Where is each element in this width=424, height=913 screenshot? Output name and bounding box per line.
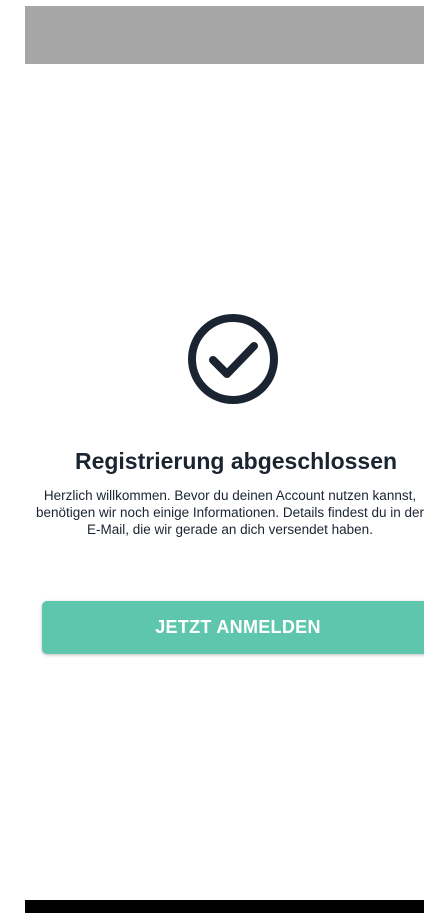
info-message: Herzlich willkommen. Bevor du deinen Acc… (36, 488, 424, 537)
page-title: Registrierung abgeschlossen (74, 448, 398, 474)
login-button[interactable]: JETZT ANMELDEN (42, 601, 424, 654)
screen: Registrierung abgeschlossen Herzlich wil… (0, 0, 424, 913)
status-bar (25, 6, 424, 64)
check-circle-icon (188, 314, 278, 404)
content-area (25, 64, 424, 900)
navigation-bar (25, 900, 424, 913)
left-gutter (0, 0, 25, 913)
